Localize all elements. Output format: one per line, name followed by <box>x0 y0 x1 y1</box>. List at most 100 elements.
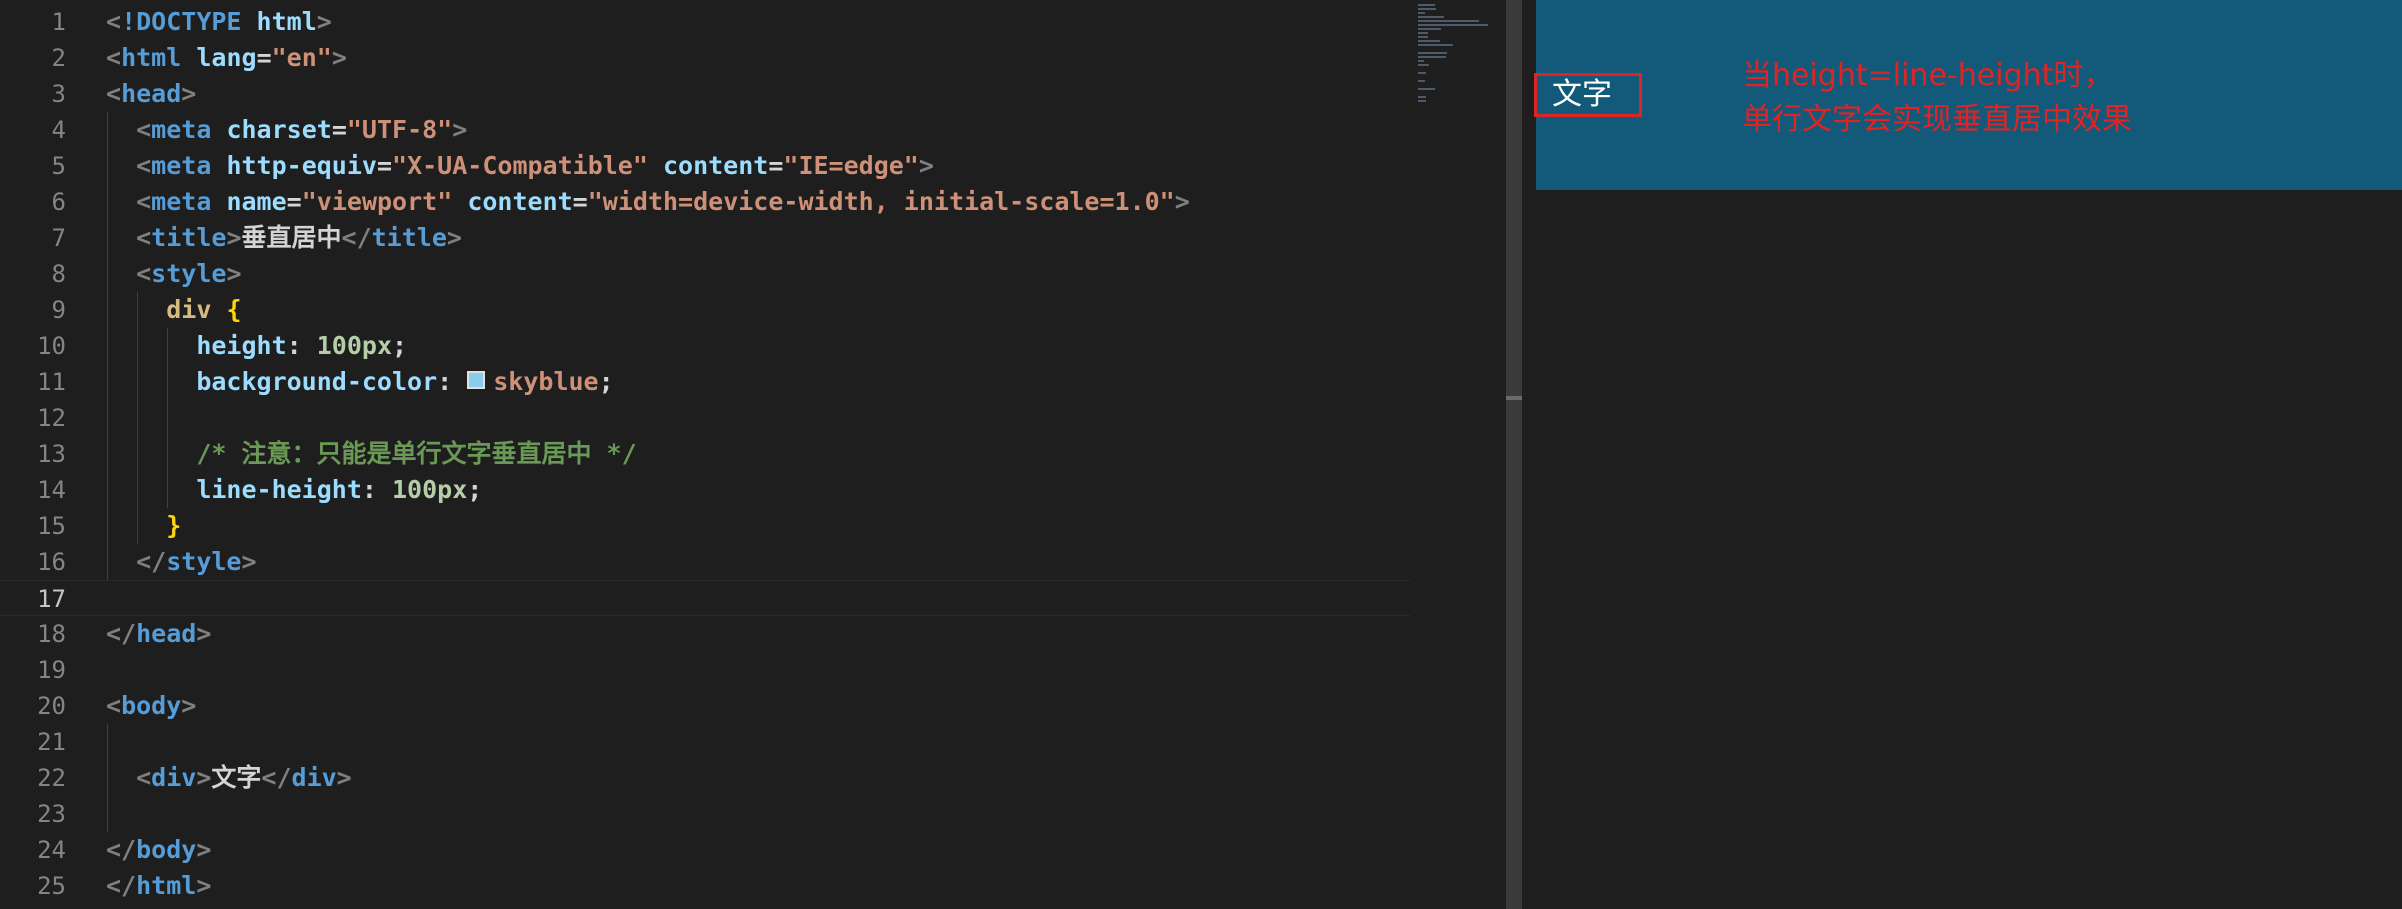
code-token: /* 注意：只能是单行文字垂直居中 */ <box>196 439 637 468</box>
code-token: title <box>151 223 227 252</box>
code-token: > <box>918 151 934 180</box>
code-token: style <box>151 259 227 288</box>
code-token: style <box>166 547 242 576</box>
line-number: 11 <box>37 368 66 396</box>
code-line[interactable]: 15 } <box>0 508 1410 544</box>
minimap-line <box>1418 56 1446 58</box>
minimap-line <box>1418 44 1454 46</box>
code-token: div <box>291 763 337 792</box>
minimap-line <box>1418 16 1445 18</box>
code-token: > <box>336 763 352 792</box>
code-token: } <box>166 511 182 540</box>
code-line[interactable]: 6 <meta name="viewport" content="width=d… <box>0 184 1410 220</box>
line-number: 10 <box>37 332 66 360</box>
text-highlight-box <box>1534 73 1642 117</box>
code-token: name <box>226 187 287 216</box>
code-line[interactable]: 25 </html> <box>0 868 1410 904</box>
code-line[interactable]: 12 <box>0 400 1410 436</box>
line-number: 14 <box>37 476 66 504</box>
minimap-line <box>1418 100 1426 102</box>
code-text: </head> <box>106 616 211 652</box>
code-token: content <box>662 151 769 180</box>
code-token: < <box>106 79 122 108</box>
code-line[interactable]: 1 <!DOCTYPE html> <box>0 4 1410 40</box>
code-token: > <box>316 7 332 36</box>
code-token: < <box>136 151 152 180</box>
code-token: meta <box>151 187 212 216</box>
minimap[interactable] <box>1414 0 1494 909</box>
code-token: > <box>331 43 347 72</box>
code-line[interactable]: 17 <box>0 580 1410 616</box>
code-token: > <box>196 619 212 648</box>
code-token: div <box>166 295 212 324</box>
code-token: </ <box>261 763 292 792</box>
code-line[interactable]: 20 <body> <box>0 688 1410 724</box>
code-line[interactable]: 24 </body> <box>0 832 1410 868</box>
code-line[interactable]: 3 <head> <box>0 76 1410 112</box>
code-line[interactable]: 21 <box>0 724 1410 760</box>
editor-scrollbar[interactable] <box>1506 0 1522 909</box>
color-swatch-icon[interactable] <box>467 371 486 389</box>
code-token: "UTF-8" <box>346 115 453 144</box>
minimap-line <box>1418 24 1488 26</box>
code-token: > <box>196 871 212 900</box>
minimap-line <box>1418 60 1424 62</box>
code-line[interactable]: 4 <meta charset="UTF-8"> <box>0 112 1410 148</box>
code-line[interactable]: 19 <box>0 652 1410 688</box>
minimap-line <box>1418 20 1479 22</box>
line-number: 20 <box>37 692 66 720</box>
code-line[interactable]: 14 line-height: 100px; <box>0 472 1410 508</box>
line-number: 2 <box>51 44 66 72</box>
code-text: <div>文字</div> <box>106 760 352 796</box>
code-token: < <box>136 223 152 252</box>
code-line[interactable]: 22 <div>文字</div> <box>0 760 1410 796</box>
code-token: > <box>181 691 197 720</box>
code-line[interactable]: 8 <style> <box>0 256 1410 292</box>
line-number: 12 <box>37 404 66 432</box>
code-token: : <box>437 367 468 396</box>
code-line[interactable]: 16 </style> <box>0 544 1410 580</box>
line-number: 17 <box>37 585 66 613</box>
code-line[interactable]: 9 div { <box>0 292 1410 328</box>
code-token: > <box>1174 187 1190 216</box>
code-token: > <box>241 547 257 576</box>
line-number: 22 <box>37 764 66 792</box>
indent-guide <box>137 292 138 544</box>
code-token: head <box>121 79 182 108</box>
line-number: 8 <box>51 260 66 288</box>
code-token: < <box>106 43 122 72</box>
code-token: > <box>452 115 468 144</box>
code-token: ; <box>392 331 408 360</box>
code-token: html <box>121 43 182 72</box>
code-line[interactable]: 10 height: 100px; <box>0 328 1410 364</box>
code-token: ; <box>598 367 614 396</box>
code-line[interactable]: 13 /* 注意：只能是单行文字垂直居中 */ <box>0 436 1410 472</box>
code-line[interactable]: 18 </head> <box>0 616 1410 652</box>
line-number: 1 <box>51 8 66 36</box>
code-token: charset <box>226 115 332 144</box>
code-line[interactable]: 23 <box>0 796 1410 832</box>
code-text: height: 100px; <box>106 328 407 364</box>
code-token: 文字 <box>211 763 262 792</box>
code-line[interactable]: 11 background-color: skyblue; <box>0 364 1410 400</box>
line-number: 19 <box>37 656 66 684</box>
minimap-line <box>1418 4 1435 6</box>
code-text: <style> <box>106 256 241 292</box>
code-line[interactable]: 5 <meta http-equiv="X-UA-Compatible" con… <box>0 148 1410 184</box>
line-number: 13 <box>37 440 66 468</box>
code-line[interactable]: 7 <title>垂直居中</title> <box>0 220 1410 256</box>
code-line[interactable]: 2 <html lang="en"> <box>0 40 1410 76</box>
code-text: line-height: 100px; <box>106 472 482 508</box>
annotation-note: 当height=line-height时， 单行文字会实现垂直居中效果 <box>1742 54 2132 142</box>
code-editor[interactable]: 1 <!DOCTYPE html> 2 <html lang="en"> 3 <head>… <box>0 0 1520 909</box>
